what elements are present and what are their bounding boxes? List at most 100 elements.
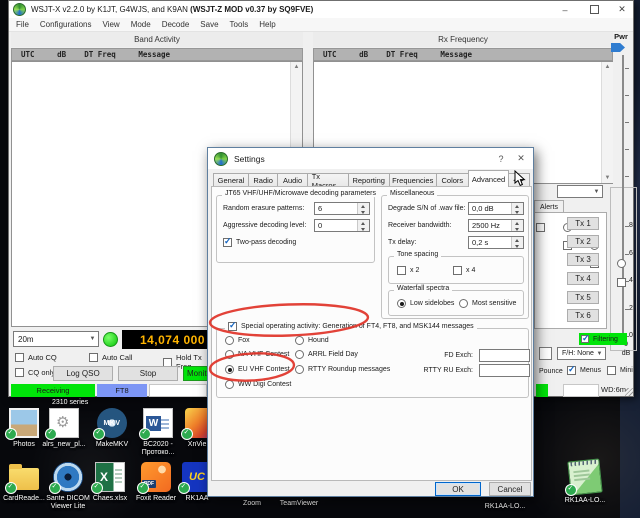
tx5-button[interactable]: Tx 5 (567, 291, 599, 304)
stop-button[interactable]: Stop (118, 366, 178, 381)
low-sidelobes-radio[interactable] (397, 299, 406, 308)
hound-radio[interactable] (295, 336, 304, 345)
aggressive-level-spinner[interactable]: 0 (314, 219, 370, 232)
arrl-field-day-radio[interactable] (295, 350, 304, 359)
menu-tools[interactable]: Tools (230, 20, 249, 29)
auto-call-checkbox[interactable] (89, 353, 98, 362)
low-sidelobes-option[interactable]: Low sidelobes (397, 299, 454, 308)
filtering-checkbox[interactable] (581, 335, 589, 343)
tab-audio[interactable]: Audio (277, 173, 307, 187)
tone-x2-toggle[interactable]: x 2 (397, 266, 419, 275)
tx2-button[interactable]: Tx 2 (567, 235, 599, 248)
random-erasure-spinner[interactable]: 6 (314, 202, 370, 215)
desktop-icon-rk1aa-log-label[interactable]: RK1AA-LO... (470, 503, 540, 510)
ww-digi-radio[interactable] (225, 380, 234, 389)
desktop-icon-makemkv[interactable]: MKV MakeMKV (89, 408, 135, 449)
tx6-button[interactable]: Tx 6 (567, 309, 599, 322)
tx4-button[interactable]: Tx 4 (567, 272, 599, 285)
menu-view[interactable]: View (102, 20, 119, 29)
spinner-down-icon[interactable] (358, 226, 369, 232)
tx1-enable-checkbox[interactable] (536, 223, 545, 232)
desktop-icon-chaes-xlsx[interactable]: X Chaes.xlsx (87, 462, 133, 503)
close-icon[interactable]: ✕ (611, 2, 633, 17)
most-sensitive-option[interactable]: Most sensitive (459, 299, 516, 308)
menu-file[interactable]: File (16, 20, 29, 29)
frequency-display[interactable]: 14,074 000 (122, 330, 208, 349)
desktop-partial-label[interactable]: 2310 series (52, 399, 88, 406)
maximize-icon[interactable] (583, 2, 605, 17)
tab-colors[interactable]: Colors (436, 173, 469, 187)
cut-input-field[interactable] (539, 347, 552, 360)
menu-save[interactable]: Save (200, 20, 218, 29)
receiver-bandwidth-spinner[interactable]: 2500 Hz (468, 219, 524, 232)
minimize-icon[interactable]: – (554, 2, 576, 17)
desktop-icon-bc2020[interactable]: W BC2020 -Протоко... (135, 408, 181, 457)
filtering-toggle[interactable]: Filtering (579, 333, 627, 345)
monitor-button[interactable]: Monitor (183, 366, 209, 381)
auto-cq-toggle[interactable]: Auto CQ (15, 353, 57, 362)
menu-decode[interactable]: Decode (162, 20, 190, 29)
tone-x4-toggle[interactable]: x 4 (453, 266, 475, 275)
x2-checkbox[interactable] (397, 266, 406, 275)
rtty-roundup-radio[interactable] (295, 365, 304, 374)
spinner-down-icon[interactable] (512, 226, 523, 232)
fox-radio[interactable] (225, 336, 234, 345)
menu-configurations[interactable]: Configurations (40, 20, 92, 29)
tx1-button[interactable]: Tx 1 (567, 217, 599, 230)
tab-frequencies[interactable]: Frequencies (389, 173, 437, 187)
desktop-icon-cardreader[interactable]: CardReade... (1, 462, 47, 503)
mini-toggle[interactable]: Mini (607, 366, 633, 375)
scroll-up-icon[interactable]: ▲ (291, 63, 302, 71)
tab-tx-macros[interactable]: Tx Macros (307, 173, 349, 187)
auto-call-toggle[interactable]: Auto Call (89, 353, 132, 362)
fd-exch-input[interactable] (479, 349, 530, 362)
band-select[interactable]: 20m▼ (13, 331, 99, 347)
eu-vhf-option[interactable]: EU VHF Contest (225, 365, 290, 374)
tab-radio[interactable]: Radio (248, 173, 278, 187)
tab-advanced[interactable]: Advanced (468, 170, 509, 187)
fox-option[interactable]: Fox (225, 336, 250, 345)
desktop-icon-zoom-label[interactable]: Zoom (230, 500, 274, 507)
scroll-up-icon[interactable]: ▲ (602, 63, 613, 71)
dialog-close-icon[interactable]: ✕ (510, 151, 532, 166)
x4-checkbox[interactable] (453, 266, 462, 275)
mini-checkbox[interactable] (607, 366, 616, 375)
special-activity-toggle[interactable]: Special operating activity: Generation o… (225, 322, 477, 331)
cq-only-checkbox[interactable] (15, 368, 24, 377)
menus-toggle[interactable]: Menus (567, 366, 601, 375)
two-pass-checkbox[interactable] (223, 238, 232, 247)
menus-checkbox[interactable] (567, 366, 576, 375)
title-bar[interactable]: WSJT-X v2.2.0 by K1JT, G4WJS, and K9AN (… (9, 1, 633, 18)
desktop-icon-alrs[interactable]: alrs_new_pl... (41, 408, 87, 449)
cancel-button[interactable]: Cancel (489, 482, 531, 496)
ww-digi-option[interactable]: WW Digi Contest (225, 380, 291, 389)
rx-frequency-scrollbar[interactable]: ▲ ▼ (601, 62, 613, 183)
pwr-slider-handle[interactable] (611, 43, 625, 52)
ok-button[interactable]: OK (435, 482, 481, 496)
scroll-down-icon[interactable]: ▼ (602, 174, 613, 182)
tx4-enable-checkbox[interactable] (617, 278, 626, 287)
pwr-slider-track[interactable] (622, 55, 624, 339)
menu-mode[interactable]: Mode (131, 20, 151, 29)
desktop-icon-foxit[interactable]: PDF Foxit Reader (133, 462, 179, 503)
desktop-icon-rk1aa-log[interactable]: RK1AA-LO... (562, 460, 608, 505)
most-sensitive-radio[interactable] (459, 299, 468, 308)
spinner-down-icon[interactable] (358, 209, 369, 215)
fh-mode-select[interactable]: F/H: None▼ (557, 347, 606, 360)
tab-reporting[interactable]: Reporting (348, 173, 390, 187)
rtty-ru-exch-input[interactable] (479, 364, 530, 377)
spinner-down-icon[interactable] (512, 209, 523, 215)
dialog-title-bar[interactable]: Settings ? ✕ (208, 148, 533, 169)
help-icon[interactable]: ? (490, 151, 512, 166)
desktop-icon-teamviewer-label[interactable]: TeamViewer (272, 500, 326, 507)
cq-only-toggle[interactable]: CQ only (15, 368, 55, 377)
desktop-icon-sante-dicom[interactable]: Sante DICOMViewer Lite (45, 462, 91, 511)
tx-delay-spinner[interactable]: 0,2 s (468, 236, 524, 249)
resize-grip[interactable] (625, 388, 633, 396)
spinner-down-icon[interactable] (512, 243, 523, 249)
menu-help[interactable]: Help (259, 20, 275, 29)
tx3-button[interactable]: Tx 3 (567, 253, 599, 266)
eu-vhf-radio[interactable] (225, 365, 234, 374)
log-qso-button[interactable]: Log QSO (53, 366, 113, 381)
degrade-sn-spinner[interactable]: 0,0 dB (468, 202, 524, 215)
